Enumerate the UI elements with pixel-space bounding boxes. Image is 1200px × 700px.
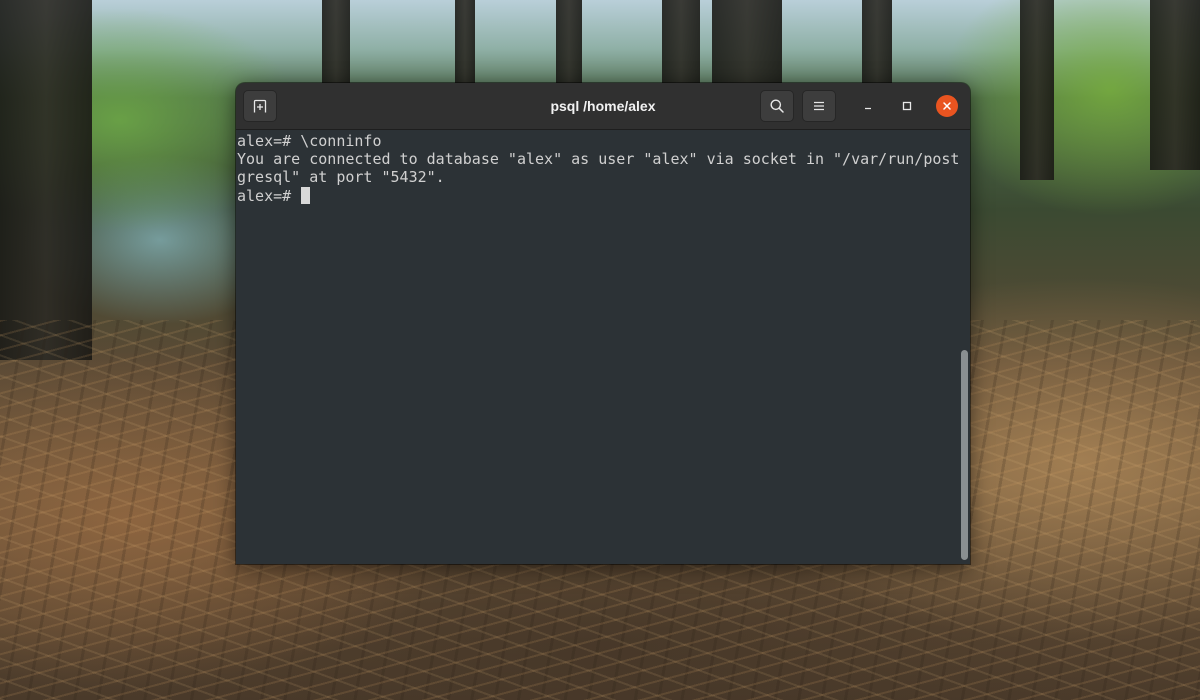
minimize-button[interactable] (857, 95, 879, 117)
text-cursor (301, 186, 311, 204)
maximize-button[interactable] (896, 95, 918, 117)
scrollbar-thumb[interactable] (961, 350, 968, 560)
new-tab-button[interactable] (243, 90, 277, 122)
search-icon (769, 98, 785, 114)
tree-trunk (322, 0, 350, 90)
hamburger-menu-icon (812, 100, 826, 112)
terminal-output-area[interactable]: alex=# \conninfo You are connected to da… (236, 130, 970, 564)
minimize-icon (863, 101, 873, 111)
close-icon (942, 101, 952, 111)
terminal-line: alex=# \conninfo (237, 132, 382, 150)
tree-trunk (455, 0, 475, 90)
menu-button[interactable] (802, 90, 836, 122)
tree-trunk (712, 0, 782, 90)
tree-trunk (1150, 0, 1200, 170)
tree-trunk (0, 0, 92, 360)
terminal-line: gresql" at port "5432". (237, 168, 445, 187)
search-button[interactable] (760, 90, 794, 122)
tree-trunk (1020, 0, 1054, 180)
close-button[interactable] (936, 95, 958, 117)
maximize-icon (902, 101, 912, 111)
tree-trunk (662, 0, 700, 90)
window-headerbar[interactable]: psql /home/alex (236, 83, 970, 130)
tree-trunk (862, 0, 892, 90)
prompt: alex=# (237, 186, 301, 205)
tree-trunk (556, 0, 582, 90)
new-tab-icon (252, 98, 268, 114)
terminal-window: psql /home/alex alex=# \conninfo You are… (236, 83, 970, 564)
terminal-text: alex=# \conninfo You are connected to da… (237, 132, 959, 205)
terminal-line: You are connected to database "alex" as … (237, 150, 960, 169)
